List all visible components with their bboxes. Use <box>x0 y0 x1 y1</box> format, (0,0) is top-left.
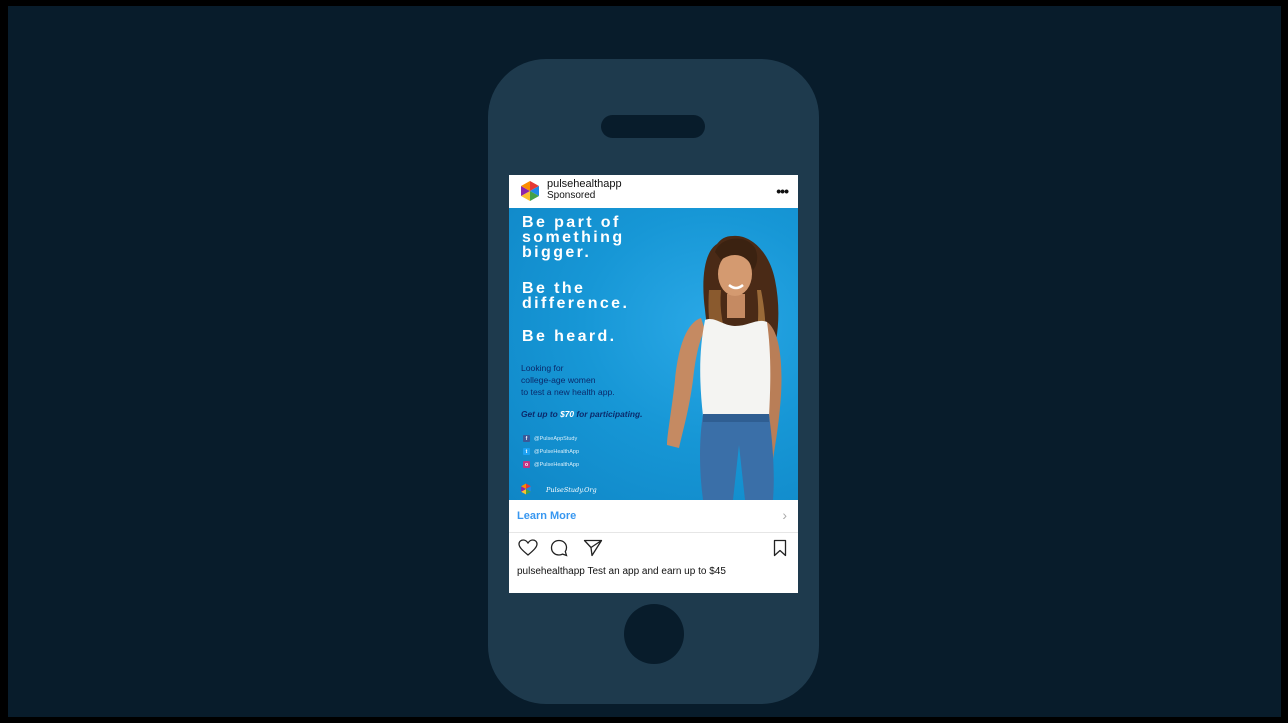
headline-2: Be the difference. <box>522 280 630 312</box>
social-row-facebook: f @PulseAppStudy <box>523 432 579 445</box>
phone-mockup: pulsehealthapp Sponsored ••• Be part of … <box>488 59 819 704</box>
sponsored-label: Sponsored <box>547 190 596 201</box>
post-username[interactable]: pulsehealthapp <box>547 179 622 190</box>
share-icon[interactable] <box>583 539 603 557</box>
woman-photo <box>667 235 782 500</box>
post-caption: pulsehealthapp Test an app and earn up t… <box>517 566 726 577</box>
pulse-small-logo-icon <box>521 483 531 495</box>
more-dots-icon[interactable]: ••• <box>776 183 789 199</box>
home-button[interactable] <box>624 604 684 664</box>
social-row-instagram: o @PulseHealthApp <box>523 461 580 468</box>
ad-url: PulseStudy.Org <box>546 486 597 494</box>
ad-image[interactable]: Be part of something bigger. Be the diff… <box>509 208 798 500</box>
heart-icon[interactable] <box>518 539 538 557</box>
learn-more-button[interactable]: Learn More <box>517 510 576 522</box>
bookmark-icon[interactable] <box>773 539 787 557</box>
offer-amount: $70 <box>560 409 575 419</box>
offer-text: Get up to $70 for participating. <box>521 409 643 419</box>
caption-text: Test an app and earn up to $45 <box>584 566 726 577</box>
social-handles: f @PulseAppStudy t @PulseHealthApp o @Pu… <box>523 432 579 471</box>
twitter-icon: t <box>523 448 530 455</box>
learn-more-row[interactable]: Learn More › <box>509 500 798 533</box>
instagram-post: pulsehealthapp Sponsored ••• Be part of … <box>509 175 798 593</box>
social-row-twitter: t @PulseHealthApp <box>523 445 579 458</box>
headline-1: Be part of something bigger. <box>522 214 625 261</box>
chevron-right-icon[interactable]: › <box>782 507 787 523</box>
post-actions <box>509 537 798 559</box>
headline-3: Be heard. <box>522 328 617 345</box>
instagram-icon: o <box>523 461 530 468</box>
comment-icon[interactable] <box>550 539 568 557</box>
facebook-icon: f <box>523 435 530 442</box>
pulse-logo-icon[interactable] <box>519 180 541 202</box>
ad-body-copy: Looking for college-age women to test a … <box>521 363 615 397</box>
slide-background: pulsehealthapp Sponsored ••• Be part of … <box>8 6 1281 717</box>
caption-username[interactable]: pulsehealthapp <box>517 566 585 577</box>
phone-speaker <box>601 115 705 138</box>
post-header: pulsehealthapp Sponsored ••• <box>509 175 798 208</box>
